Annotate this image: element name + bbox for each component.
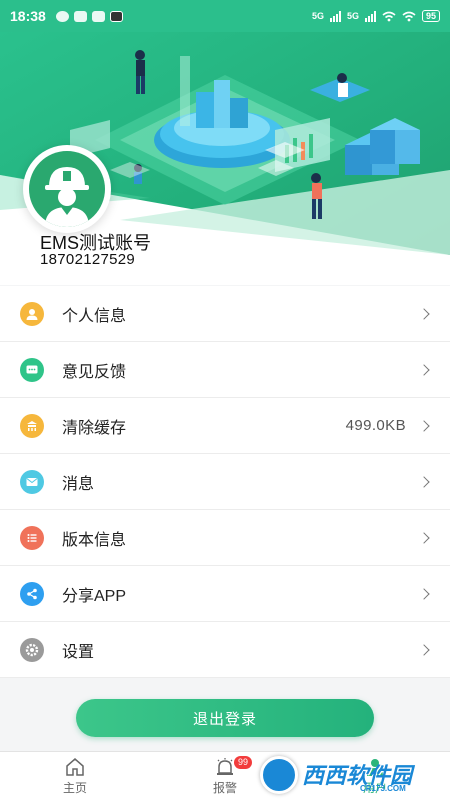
chevron-right-icon (418, 419, 430, 432)
share-icon (20, 581, 44, 606)
battery-icon: 95 (421, 10, 440, 22)
watermark-sub: CR173.COM (360, 784, 406, 793)
settings-menu: 个人信息 意见反馈 清除缓存 499.0KB 消息 版本信息 分享APP 设置 (0, 286, 450, 678)
menu-label: 版本信息 (62, 531, 127, 549)
status-right: 5G 5G 95 (312, 10, 440, 22)
signal-2-icon (364, 10, 376, 22)
menu-item-messages[interactable]: 消息 (0, 454, 450, 510)
network-1-label: 5G (311, 11, 324, 21)
watermark-logo: 西西软件园 CR173.COM (250, 752, 450, 800)
menu-label: 个人信息 (62, 307, 127, 325)
user-phone: 18702127529 (40, 251, 136, 268)
menu-item-settings[interactable]: 设置 (0, 622, 450, 678)
menu-item-version[interactable]: 版本信息 (0, 510, 450, 566)
menu-item-feedback[interactable]: 意见反馈 (0, 342, 450, 398)
nav-item-home[interactable]: 主页 (0, 752, 150, 800)
person-icon (20, 301, 44, 326)
network-2-label: 5G (346, 11, 359, 21)
status-bar: 18:38 5G 5G 95 (0, 0, 450, 32)
worker-helmet-icon (29, 151, 105, 227)
chevron-right-icon (418, 475, 430, 488)
chevron-right-icon (418, 307, 430, 320)
notification-icons (55, 10, 123, 22)
chevron-right-icon (418, 587, 430, 600)
status-time: 18:38 (10, 8, 46, 24)
mail-icon (20, 469, 44, 494)
chat-icon (20, 357, 44, 382)
menu-item-clear-cache[interactable]: 清除缓存 499.0KB (0, 398, 450, 454)
cache-size: 499.0KB (345, 417, 406, 434)
logout-button[interactable]: 退出登录 (76, 699, 374, 737)
watermark-c-icon (260, 756, 298, 794)
mail-notify-icon (91, 10, 105, 22)
wechat-icon (55, 10, 69, 22)
message-icon (73, 10, 87, 22)
menu-label: 意见反馈 (62, 363, 127, 381)
menu-label: 分享APP (62, 587, 127, 605)
alarm-icon (217, 757, 233, 775)
menu-label: 设置 (62, 643, 95, 661)
list-icon (20, 525, 44, 550)
signal-1-icon (329, 10, 341, 22)
nav-label: 报警 (212, 780, 237, 795)
chevron-right-icon (418, 363, 430, 376)
chevron-right-icon (418, 643, 430, 656)
logout-area: 退出登录 (0, 679, 450, 750)
wifi-icon (382, 11, 396, 21)
home-icon (66, 757, 84, 776)
menu-label: 清除缓存 (62, 419, 127, 437)
wifi-2-icon (402, 11, 416, 21)
menu-item-profile[interactable]: 个人信息 (0, 286, 450, 342)
gear-icon (20, 637, 44, 662)
avatar[interactable] (23, 145, 111, 233)
chevron-right-icon (418, 531, 430, 544)
menu-label: 消息 (62, 475, 95, 493)
app-notify-icon (109, 10, 123, 22)
nav-label: 主页 (62, 780, 87, 795)
menu-item-share[interactable]: 分享APP (0, 566, 450, 622)
broom-icon (20, 413, 44, 438)
